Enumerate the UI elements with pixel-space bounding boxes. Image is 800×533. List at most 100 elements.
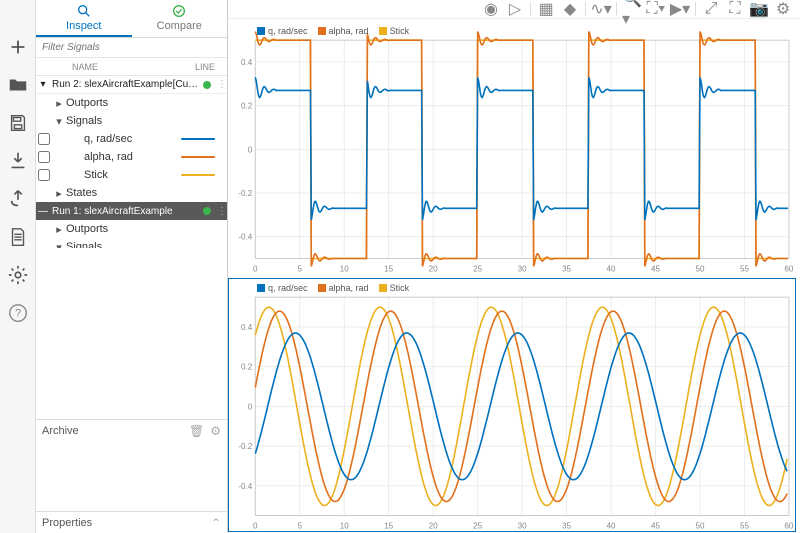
caret-icon[interactable]: ▸ (54, 223, 64, 236)
svg-text:55: 55 (740, 521, 749, 530)
svg-text:0: 0 (253, 265, 258, 274)
svg-text:20: 20 (429, 265, 438, 274)
trash-icon[interactable]: 🗑 (189, 424, 204, 438)
svg-text:0.4: 0.4 (241, 323, 253, 332)
export-icon[interactable] (7, 188, 29, 210)
properties-section[interactable]: Properties ⌃ (36, 511, 227, 533)
chevron-up-icon[interactable]: ⌃ (211, 516, 221, 530)
plot-toolbar: ◉ ▷ ▦ ◆ ∿▾ 🔍▾ ⛶▾ ▶▾ ⤢ ⛶ 📷 ⚙ (228, 0, 800, 19)
group-label: Signals (66, 115, 227, 127)
caret-icon[interactable]: ▾ (38, 79, 48, 90)
line-swatch (181, 174, 215, 177)
svg-text:60: 60 (784, 521, 793, 530)
caret-icon[interactable]: ▾ (54, 115, 64, 128)
tree-group[interactable]: ▾Signals (36, 112, 227, 130)
chart-bottom[interactable]: q, rad/sec alpha, rad Stick 051015202530… (228, 278, 796, 533)
run-title: Run 2: slexAircraftExample[Current] (52, 79, 199, 90)
chart-legend: q, rad/sec alpha, rad Stick (257, 283, 409, 293)
grid-icon[interactable]: ▦ (537, 0, 555, 18)
signal-checkbox[interactable] (38, 133, 50, 145)
chart-top[interactable]: q, rad/sec alpha, rad Stick 051015202530… (228, 21, 796, 276)
expand-icon[interactable]: ⤢ (702, 0, 720, 18)
signal-checkbox[interactable] (38, 151, 50, 163)
svg-text:50: 50 (695, 521, 704, 530)
signal-wave-icon[interactable]: ∿▾ (592, 0, 610, 18)
filter-input[interactable] (36, 38, 227, 58)
svg-text:?: ? (14, 308, 20, 320)
tree-header: NAME LINE (36, 58, 227, 76)
tab-compare[interactable]: Compare (132, 0, 228, 37)
gear-icon[interactable] (7, 264, 29, 286)
svg-text:0.4: 0.4 (241, 58, 253, 67)
main-area: ◉ ▷ ▦ ◆ ∿▾ 🔍▾ ⛶▾ ▶▾ ⤢ ⛶ 📷 ⚙ q, rad/sec a… (228, 0, 800, 533)
tab-compare-label: Compare (157, 20, 202, 32)
svg-text:35: 35 (562, 265, 571, 274)
caret-icon[interactable]: ▸ (54, 187, 64, 200)
archive-gear-icon[interactable]: ⚙ (210, 424, 221, 438)
cursor-icon[interactable]: ▶▾ (671, 0, 689, 18)
run-row[interactable]: —Run 1: slexAircraftExample⋮ (36, 202, 227, 220)
folder-icon[interactable] (7, 74, 29, 96)
svg-text:40: 40 (607, 521, 616, 530)
fingerprint-icon[interactable]: ◉ (482, 0, 500, 18)
zoom-icon[interactable]: 🔍▾ (623, 0, 641, 18)
camera-icon[interactable]: 📷 (750, 0, 768, 18)
more-icon[interactable]: ⋮ (217, 206, 227, 217)
svg-text:35: 35 (562, 521, 571, 530)
line-swatch (181, 138, 215, 141)
signal-row[interactable]: alpha, rad (36, 148, 227, 166)
tab-inspect[interactable]: Inspect (36, 0, 132, 37)
document-icon[interactable] (7, 226, 29, 248)
svg-text:10: 10 (340, 521, 349, 530)
import-icon[interactable] (7, 150, 29, 172)
status-dot (203, 81, 211, 89)
svg-text:10: 10 (340, 265, 349, 274)
svg-text:45: 45 (651, 265, 660, 274)
tree-group[interactable]: ▸Outports (36, 220, 227, 238)
signal-name: Stick (84, 169, 179, 181)
svg-text:0.2: 0.2 (241, 102, 253, 111)
svg-text:-0.4: -0.4 (238, 233, 252, 242)
svg-text:45: 45 (651, 521, 660, 530)
svg-text:0: 0 (248, 145, 253, 154)
signal-name: alpha, rad (84, 151, 179, 163)
left-toolstrip: ? (0, 0, 36, 533)
svg-text:30: 30 (518, 265, 527, 274)
chart-legend: q, rad/sec alpha, rad Stick (257, 26, 409, 36)
group-label: States (66, 187, 227, 199)
tree-group[interactable]: ▸Outports (36, 94, 227, 112)
svg-text:15: 15 (384, 521, 393, 530)
tree-group[interactable]: ▾Signals (36, 238, 227, 248)
archive-section[interactable]: Archive 🗑 ⚙ (36, 419, 227, 441)
fullscreen-icon[interactable]: ⛶ (726, 0, 744, 18)
play-icon[interactable]: ▷ (506, 0, 524, 18)
caret-icon[interactable]: — (38, 206, 48, 217)
save-icon[interactable] (7, 112, 29, 134)
add-icon[interactable] (7, 36, 29, 58)
caret-icon[interactable]: ▸ (54, 97, 64, 110)
svg-text:50: 50 (695, 265, 704, 274)
header-name: NAME (72, 62, 183, 72)
run-row[interactable]: ▾ Run 2: slexAircraftExample[Current] ⋮ (36, 76, 227, 94)
status-dot (203, 207, 211, 215)
clear-icon[interactable]: ◆ (561, 0, 579, 18)
svg-text:30: 30 (518, 521, 527, 530)
svg-text:5: 5 (297, 521, 302, 530)
svg-text:5: 5 (297, 265, 302, 274)
group-label: Outports (66, 97, 227, 109)
fit-icon[interactable]: ⛶▾ (647, 0, 665, 18)
svg-text:-0.2: -0.2 (238, 442, 252, 451)
help-icon[interactable]: ? (7, 302, 29, 324)
signal-checkbox[interactable] (38, 169, 50, 181)
signal-tree[interactable]: ▾Run 2: slexAircraftExample[Current]⋮▸Ou… (36, 76, 227, 248)
tab-inspect-label: Inspect (66, 20, 101, 32)
more-icon[interactable]: ⋮ (217, 79, 227, 90)
signal-row[interactable]: Stick (36, 166, 227, 184)
archive-label: Archive (42, 425, 79, 437)
svg-text:0: 0 (253, 521, 258, 530)
signal-row[interactable]: q, rad/sec (36, 130, 227, 148)
plot-gear-icon[interactable]: ⚙ (774, 0, 792, 18)
caret-icon[interactable]: ▾ (54, 241, 64, 248)
tree-group[interactable]: ▸States (36, 184, 227, 202)
svg-text:40: 40 (607, 265, 616, 274)
